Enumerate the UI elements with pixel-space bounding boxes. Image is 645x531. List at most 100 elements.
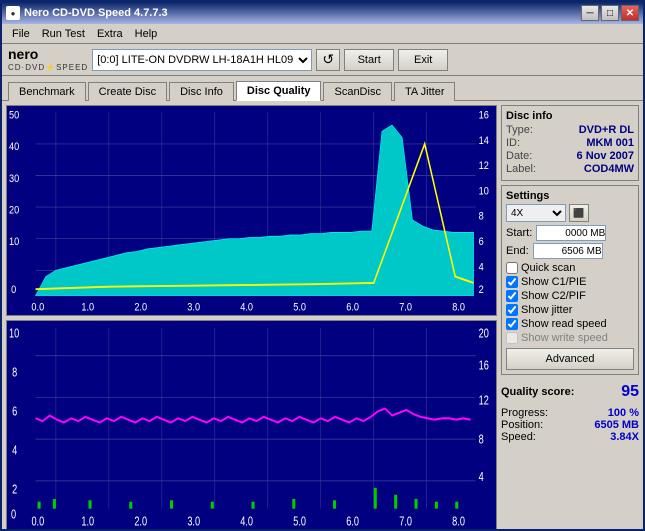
tab-ta-jitter[interactable]: TA Jitter: [394, 82, 456, 101]
c2-pif-checkbox[interactable]: [506, 290, 518, 302]
svg-text:8.0: 8.0: [452, 302, 465, 314]
refresh-button[interactable]: ↺: [316, 49, 340, 71]
tab-create-disc[interactable]: Create Disc: [88, 82, 167, 101]
disc-date-value: 6 Nov 2007: [577, 150, 634, 162]
toolbar: nero CD·DVD⚡SPEED [0:0] LITE-ON DVDRW LH…: [2, 44, 643, 76]
disc-date-row: Date: 6 Nov 2007: [506, 150, 634, 162]
write-speed-row: Show write speed: [506, 332, 634, 344]
read-speed-label: Show read speed: [521, 318, 607, 330]
tab-disc-quality[interactable]: Disc Quality: [236, 81, 322, 101]
write-speed-label: Show write speed: [521, 332, 608, 344]
svg-text:4.0: 4.0: [240, 515, 253, 529]
chart-area: 50 40 30 20 10 0 16 14 12 10 8 6 4 2 0: [6, 105, 497, 530]
c1-pie-checkbox[interactable]: [506, 276, 518, 288]
menu-extra[interactable]: Extra: [91, 26, 129, 42]
svg-text:8: 8: [479, 211, 484, 223]
chart2: 10 8 6 4 2 0 20 16 12 8 4 0.0 1.0 2.0: [6, 320, 497, 531]
logo-cd-dvd-speed: CD·DVD⚡SPEED: [8, 63, 88, 72]
svg-text:5.0: 5.0: [293, 515, 306, 529]
position-label: Position:: [501, 419, 543, 431]
read-speed-row: Show read speed: [506, 318, 634, 330]
tab-benchmark[interactable]: Benchmark: [8, 82, 86, 101]
progress-section: Progress: 100 % Position: 6505 MB Speed:…: [501, 407, 639, 443]
disc-info-title: Disc info: [506, 110, 634, 122]
title-bar: ● Nero CD-DVD Speed 4.7.7.3 ─ □ ✕: [2, 2, 643, 24]
svg-text:4: 4: [12, 444, 17, 458]
title-bar-buttons: ─ □ ✕: [581, 5, 639, 21]
disc-label-value: COD4MW: [584, 163, 634, 175]
svg-text:50: 50: [9, 110, 19, 122]
speed-value: 3.84X: [610, 431, 639, 443]
start-button[interactable]: Start: [344, 49, 394, 71]
quick-scan-checkbox[interactable]: [506, 262, 518, 274]
svg-text:7.0: 7.0: [399, 302, 412, 314]
svg-text:10: 10: [9, 327, 19, 341]
progress-value: 100 %: [608, 407, 639, 419]
disc-type-row: Type: DVD+R DL: [506, 124, 634, 136]
window-title: Nero CD-DVD Speed 4.7.7.3: [24, 7, 168, 19]
speed-btn[interactable]: ⬛: [569, 204, 589, 222]
close-button[interactable]: ✕: [621, 5, 639, 21]
minimize-button[interactable]: ─: [581, 5, 599, 21]
svg-text:1.0: 1.0: [81, 302, 94, 314]
quick-scan-label: Quick scan: [521, 262, 575, 274]
app-icon: ●: [6, 6, 20, 20]
svg-text:0: 0: [11, 284, 16, 296]
speed-select[interactable]: 4X: [506, 204, 566, 222]
tab-scandisc[interactable]: ScanDisc: [323, 82, 391, 101]
quality-score-label: Quality score:: [501, 386, 574, 398]
tab-disc-info[interactable]: Disc Info: [169, 82, 234, 101]
c1-pie-row: Show C1/PIE: [506, 276, 634, 288]
exit-button[interactable]: Exit: [398, 49, 448, 71]
svg-text:0: 0: [11, 508, 16, 522]
c1-pie-label: Show C1/PIE: [521, 276, 586, 288]
svg-text:2.0: 2.0: [134, 302, 147, 314]
svg-text:6: 6: [479, 236, 484, 248]
logo: nero CD·DVD⚡SPEED: [8, 47, 88, 71]
svg-text:8: 8: [12, 366, 17, 380]
c2-pif-row: Show C2/PIF: [506, 290, 634, 302]
drive-selector[interactable]: [0:0] LITE-ON DVDRW LH-18A1H HL09: [92, 49, 312, 71]
svg-text:3.0: 3.0: [187, 515, 200, 529]
svg-text:4.0: 4.0: [240, 302, 253, 314]
svg-text:7.0: 7.0: [399, 515, 412, 529]
menu-file[interactable]: File: [6, 26, 36, 42]
svg-text:8: 8: [479, 433, 484, 447]
quick-scan-row: Quick scan: [506, 262, 634, 274]
c2-pif-label: Show C2/PIF: [521, 290, 586, 302]
quality-score-value: 95: [621, 383, 639, 401]
chart1: 50 40 30 20 10 0 16 14 12 10 8 6 4 2 0: [6, 105, 497, 316]
jitter-checkbox[interactable]: [506, 304, 518, 316]
jitter-row: Show jitter: [506, 304, 634, 316]
read-speed-checkbox[interactable]: [506, 318, 518, 330]
speed-row: 4X ⬛: [506, 204, 634, 222]
tabs-row: Benchmark Create Disc Disc Info Disc Qua…: [2, 76, 643, 101]
menu-help[interactable]: Help: [129, 26, 164, 42]
settings-section: Settings 4X ⬛ Start: End: Quic: [501, 185, 639, 375]
svg-text:2: 2: [12, 483, 17, 497]
svg-text:2.0: 2.0: [134, 515, 147, 529]
quality-score-row: Quality score: 95: [501, 383, 639, 401]
progress-label: Progress:: [501, 407, 548, 419]
main-content: 50 40 30 20 10 0 16 14 12 10 8 6 4 2 0: [2, 101, 643, 531]
svg-text:16: 16: [479, 110, 489, 122]
svg-text:20: 20: [479, 327, 489, 341]
svg-text:10: 10: [479, 186, 489, 198]
maximize-button[interactable]: □: [601, 5, 619, 21]
svg-text:14: 14: [479, 135, 489, 147]
disc-info-section: Disc info Type: DVD+R DL ID: MKM 001 Dat…: [501, 105, 639, 181]
svg-text:30: 30: [9, 173, 19, 185]
advanced-button[interactable]: Advanced: [506, 348, 634, 370]
disc-date-label: Date:: [506, 150, 532, 162]
disc-id-label: ID:: [506, 137, 520, 149]
logo-nero: nero: [8, 47, 88, 62]
main-window: ● Nero CD-DVD Speed 4.7.7.3 ─ □ ✕ File R…: [0, 0, 645, 531]
svg-text:3.0: 3.0: [187, 302, 200, 314]
disc-label-label: Label:: [506, 163, 536, 175]
end-input[interactable]: [533, 243, 603, 259]
svg-text:12: 12: [479, 394, 489, 408]
svg-text:10: 10: [9, 236, 19, 248]
end-label: End:: [506, 245, 529, 257]
start-input[interactable]: [536, 225, 606, 241]
menu-run-test[interactable]: Run Test: [36, 26, 91, 42]
